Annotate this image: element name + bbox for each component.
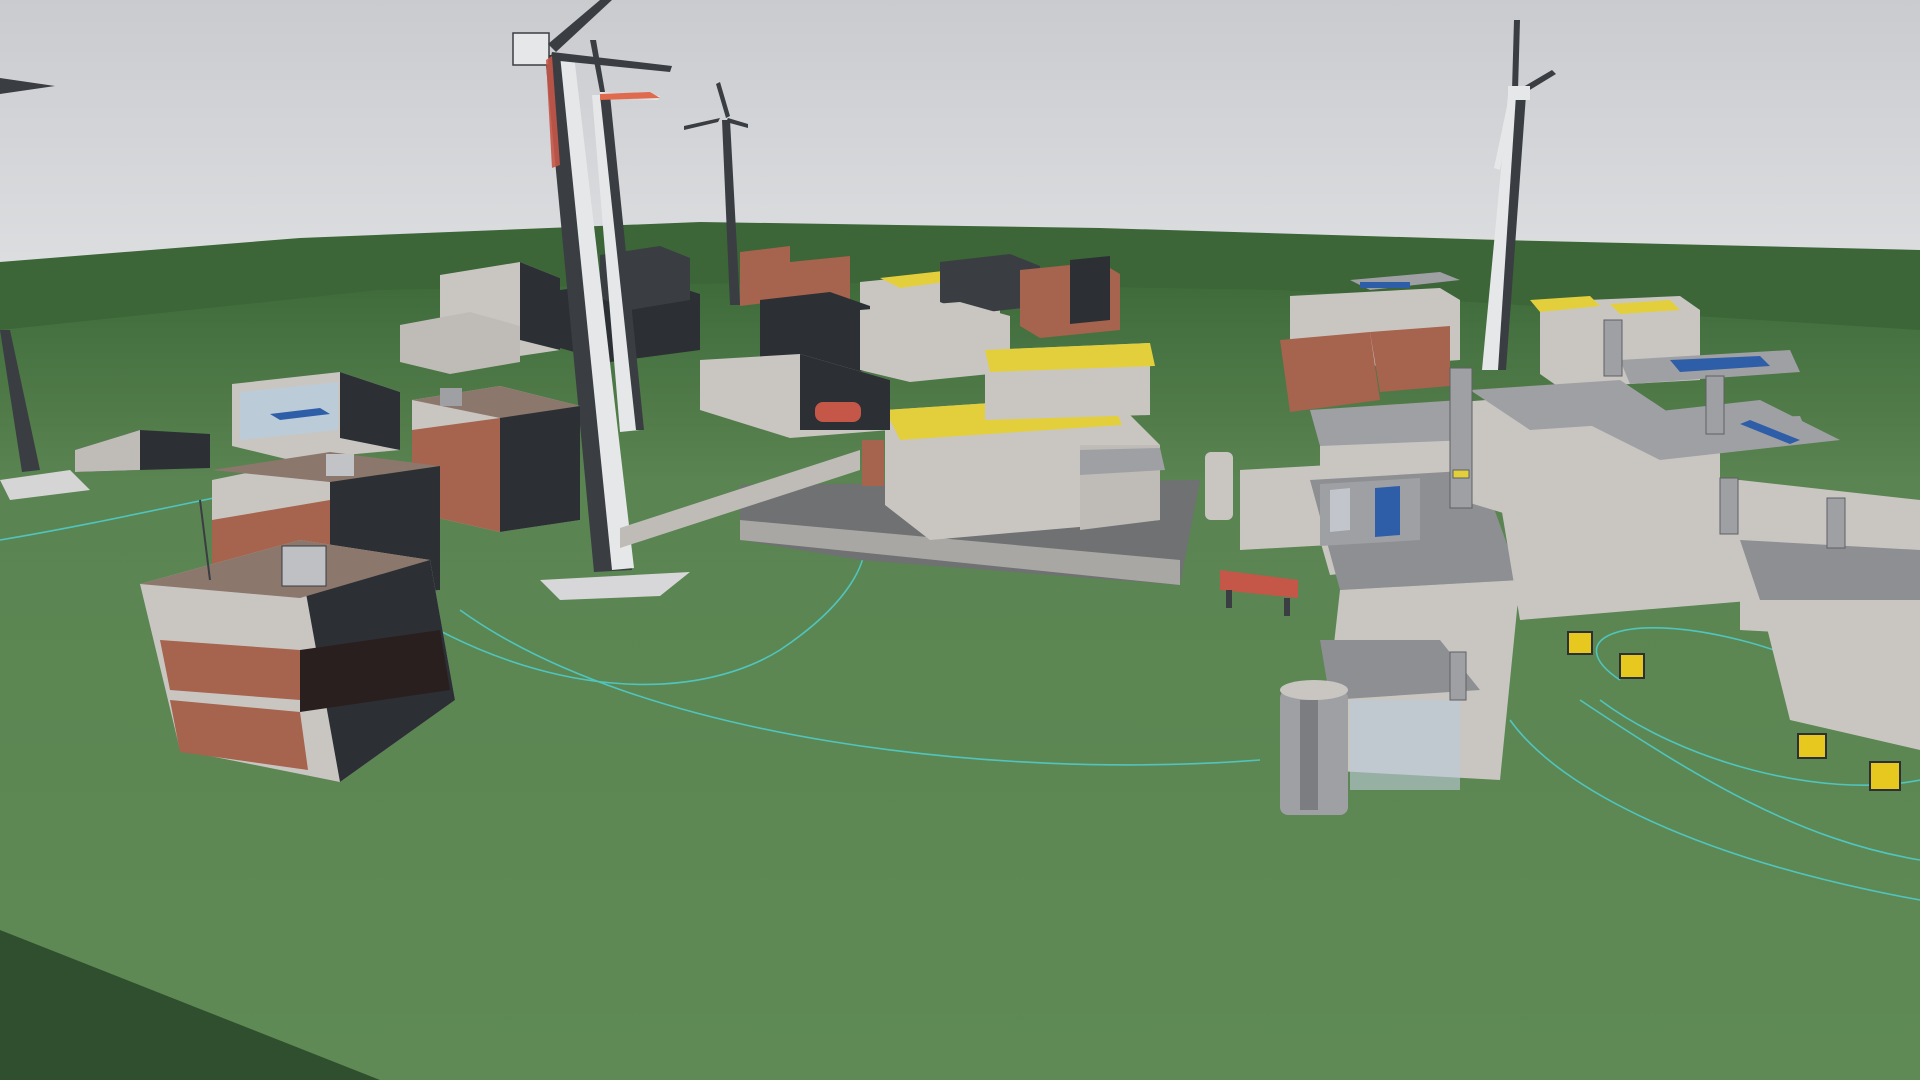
robot-3[interactable] [1797,733,1827,759]
water-tank[interactable] [1280,680,1348,815]
robot-icon [1797,733,1827,759]
simulation-viewport[interactable] [0,0,1920,1080]
robot-1[interactable] [1567,631,1593,655]
robot-2[interactable] [1619,653,1645,679]
robot-icon [1869,761,1901,791]
robot-icon [1567,631,1593,655]
robot-4[interactable] [1869,761,1901,791]
robot-icon [1619,653,1645,679]
building-blue-glass[interactable] [232,372,400,460]
